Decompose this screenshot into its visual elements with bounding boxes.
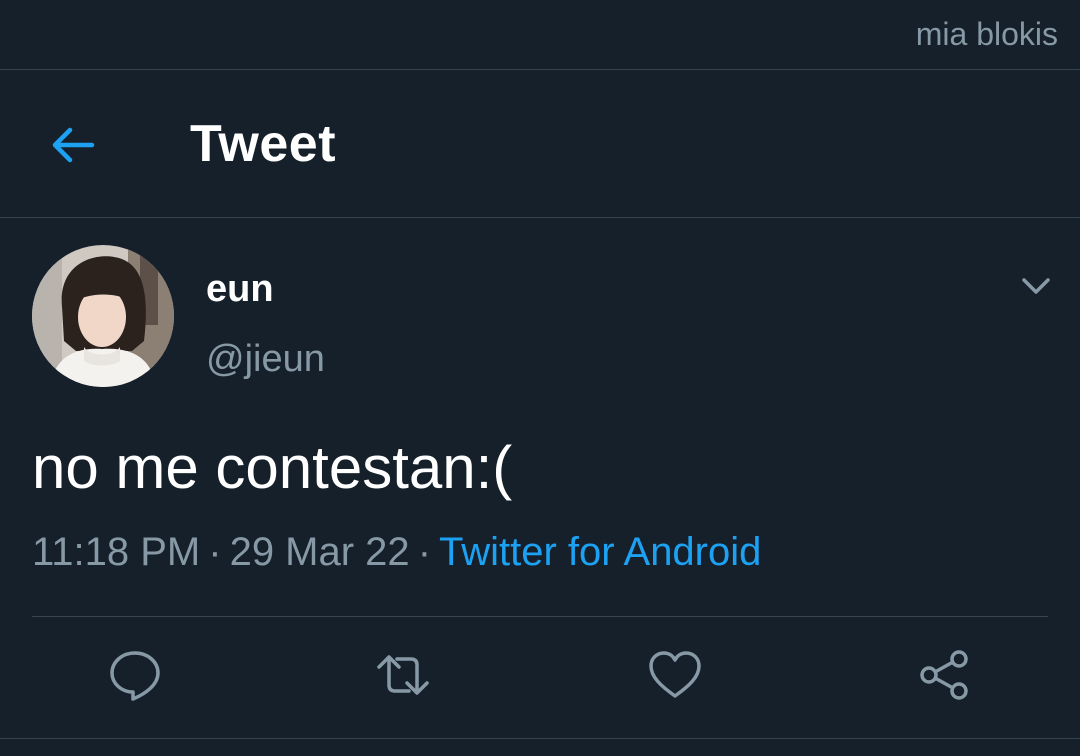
share-icon — [920, 650, 968, 700]
author-name[interactable]: eun — [206, 268, 274, 311]
retweet-button[interactable] — [375, 647, 431, 703]
status-user-name: mia blokis — [915, 16, 1058, 52]
share-button[interactable] — [917, 647, 973, 703]
heart-icon — [649, 651, 701, 698]
tweet-text: no me contestan:( — [32, 434, 513, 501]
reply-icon — [110, 651, 160, 701]
tweet-date: 29 Mar 22 — [229, 530, 410, 574]
back-button[interactable] — [42, 113, 106, 177]
reply-button[interactable] — [107, 647, 163, 703]
meta-separator: · — [208, 530, 222, 574]
avatar-image — [32, 245, 174, 387]
author-handle[interactable]: @jieun — [206, 338, 325, 381]
avatar[interactable] — [32, 245, 174, 387]
like-button[interactable] — [647, 647, 703, 703]
meta-separator: · — [417, 530, 432, 574]
retweet-icon — [377, 655, 429, 695]
more-options-button[interactable] — [1012, 266, 1060, 306]
tweet-meta: 11:18 PM · 29 Mar 22 · Twitter for Android — [32, 530, 761, 575]
page-title: Tweet — [190, 115, 337, 173]
app-header: Tweet — [0, 70, 1080, 218]
tweet-time: 11:18 PM — [32, 530, 201, 574]
chevron-down-icon — [1022, 278, 1050, 294]
tweet-source-link[interactable]: Twitter for Android — [439, 530, 761, 574]
tweet-actions — [0, 617, 1080, 737]
arrow-left-icon — [52, 127, 95, 163]
divider — [0, 738, 1080, 739]
status-bar: mia blokis — [0, 0, 1080, 70]
